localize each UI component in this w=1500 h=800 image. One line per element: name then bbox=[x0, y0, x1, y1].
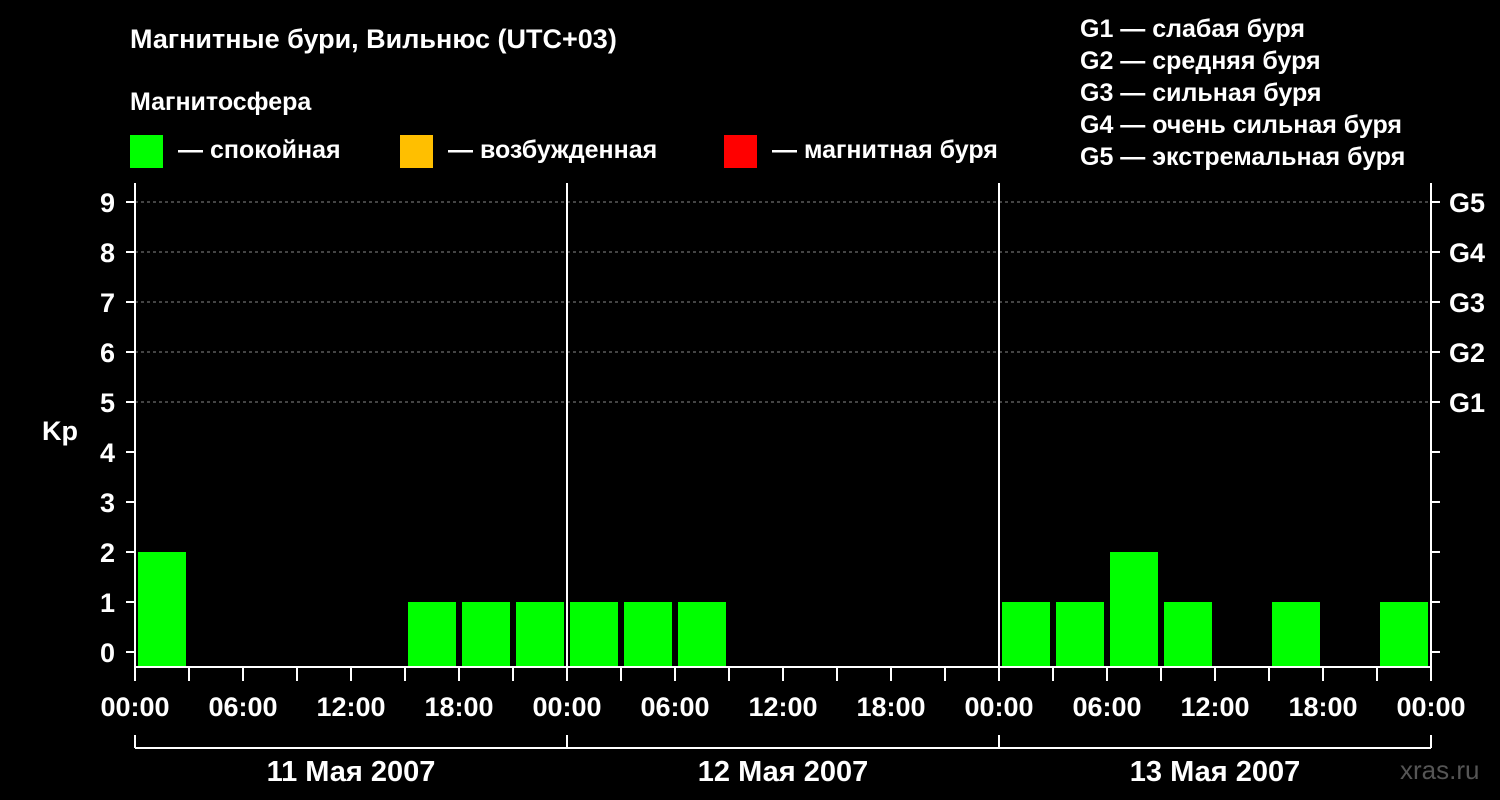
kp-bar-5 bbox=[408, 602, 456, 667]
y-tick-label: 2 bbox=[100, 538, 115, 568]
y-tick-label: 4 bbox=[100, 438, 115, 468]
chart-title: Магнитные бури, Вильнюс (UTC+03) bbox=[130, 24, 617, 54]
watermark: xras.ru bbox=[1400, 755, 1479, 785]
kp-chart: Магнитные бури, Вильнюс (UTC+03) Магнито… bbox=[42, 15, 1485, 788]
chart-subtitle: Магнитосфера bbox=[130, 88, 312, 116]
day-label: 12 Мая 2007 bbox=[698, 756, 868, 788]
y-tick-label: 8 bbox=[100, 238, 115, 268]
g-tick-label-g3: G3 bbox=[1449, 288, 1485, 318]
x-tick-label: 18:00 bbox=[1288, 692, 1357, 722]
kp-bar-17 bbox=[1056, 602, 1104, 667]
day-label: 11 Мая 2007 bbox=[267, 756, 436, 788]
x-tick-label: 18:00 bbox=[856, 692, 925, 722]
y-tick-label: 6 bbox=[100, 338, 115, 368]
state-legend: — спокойная — возбужденная — магнитная б… bbox=[130, 135, 998, 168]
g-tick-label-g2: G2 bbox=[1449, 338, 1485, 368]
g-legend-g5: G5 — экстремальная буря bbox=[1080, 143, 1405, 171]
g-scale-legend: G1 — слабая буря G2 — средняя буря G3 — … bbox=[1080, 15, 1405, 171]
kp-bar-21 bbox=[1272, 602, 1320, 667]
kp-bar-6 bbox=[462, 602, 510, 667]
kp-bar-19 bbox=[1164, 602, 1212, 667]
y-tick-label: 1 bbox=[100, 588, 115, 618]
kp-bar-16 bbox=[1002, 602, 1050, 667]
g-tick-label-g5: G5 bbox=[1449, 188, 1485, 218]
legend-label-active: — возбужденная bbox=[448, 136, 657, 164]
x-tick-label: 18:00 bbox=[424, 692, 493, 722]
y-tick-label: 3 bbox=[100, 488, 115, 518]
g-tick-label-g1: G1 bbox=[1449, 388, 1485, 418]
kp-bar-0 bbox=[138, 552, 186, 667]
legend-swatch-quiet bbox=[130, 135, 163, 168]
y-tick-label: 7 bbox=[100, 288, 115, 318]
kp-bar-18 bbox=[1110, 552, 1158, 667]
kp-bar-8 bbox=[570, 602, 618, 667]
g-legend-g3: G3 — сильная буря bbox=[1080, 79, 1322, 107]
kp-bar-9 bbox=[624, 602, 672, 667]
x-tick-label: 06:00 bbox=[208, 692, 277, 722]
g-legend-g2: G2 — средняя буря bbox=[1080, 47, 1321, 75]
x-tick-label: 12:00 bbox=[316, 692, 385, 722]
legend-label-quiet: — спокойная bbox=[178, 136, 341, 164]
legend-label-storm: — магнитная буря bbox=[772, 136, 998, 164]
x-tick-label: 06:00 bbox=[1072, 692, 1141, 722]
x-tick-label: 06:00 bbox=[640, 692, 709, 722]
kp-bar-10 bbox=[678, 602, 726, 667]
y-tick-label: 0 bbox=[100, 638, 115, 668]
x-tick-label: 12:00 bbox=[1180, 692, 1249, 722]
y-tick-label: 9 bbox=[100, 188, 115, 218]
g-legend-g1: G1 — слабая буря bbox=[1080, 15, 1305, 43]
y-axis-label: Kp bbox=[42, 416, 78, 446]
x-tick-label: 12:00 bbox=[748, 692, 817, 722]
day-label: 13 Мая 2007 bbox=[1130, 756, 1300, 788]
g-legend-g4: G4 — очень сильная буря bbox=[1080, 111, 1402, 139]
x-tick-label: 00:00 bbox=[532, 692, 601, 722]
kp-bar-23 bbox=[1380, 602, 1428, 667]
legend-swatch-active bbox=[400, 135, 433, 168]
kp-bar-7 bbox=[516, 602, 564, 667]
g-tick-label-g4: G4 bbox=[1449, 238, 1485, 268]
x-tick-label: 00:00 bbox=[964, 692, 1033, 722]
x-tick-label: 00:00 bbox=[1396, 692, 1465, 722]
plot-area: 0 1 2 3 4 5 6 7 8 9 G1 G2 G3 G4 G5 00:00 06:00 12:00 18:00… bbox=[100, 183, 1485, 788]
legend-swatch-storm bbox=[724, 135, 757, 168]
x-tick-label: 00:00 bbox=[100, 692, 169, 722]
y-tick-label: 5 bbox=[100, 388, 115, 418]
